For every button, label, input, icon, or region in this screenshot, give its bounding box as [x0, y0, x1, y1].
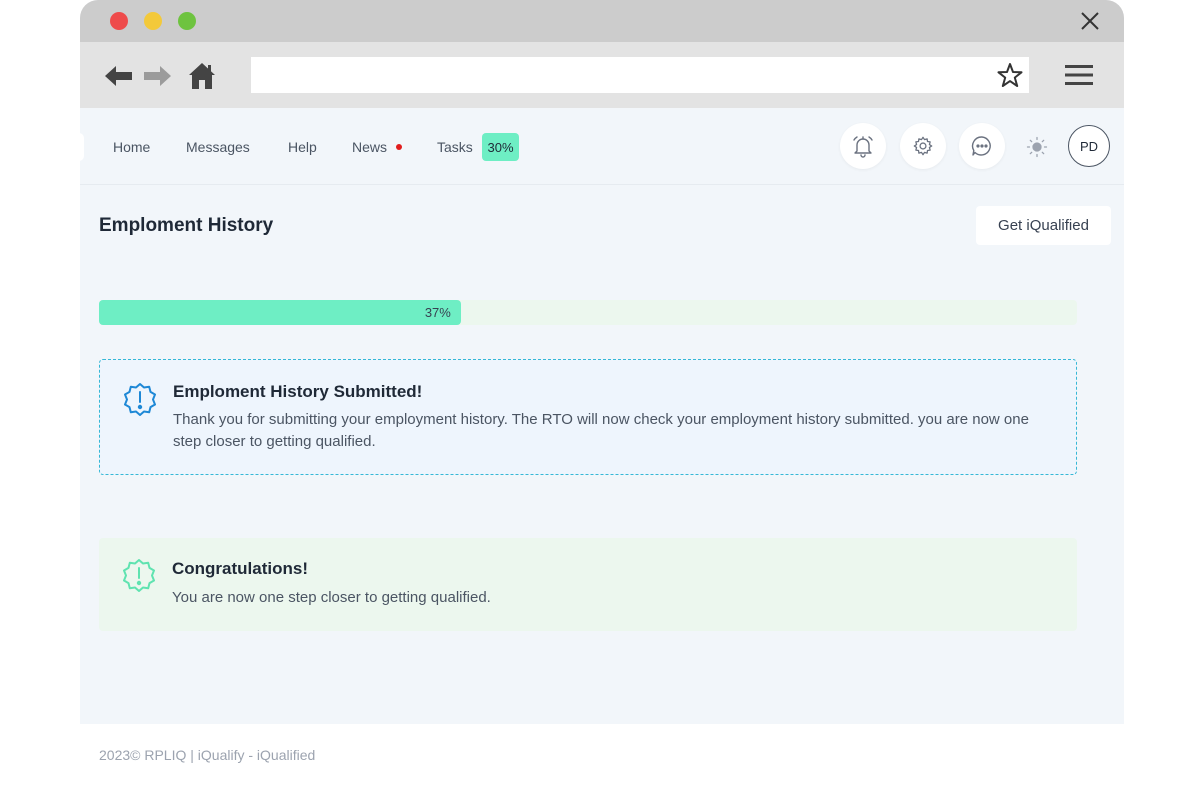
page-title-main: Emploment History — [99, 215, 274, 236]
progress-label: 37% — [424, 305, 451, 320]
get-iqualified-button[interactable]: Get iQualified — [976, 206, 1111, 245]
gear-icon — [913, 136, 933, 156]
chat-icon — [971, 136, 991, 156]
browser-home-button[interactable] — [187, 61, 217, 91]
submission-alert: Emploment History Submitted! Thank you f… — [99, 359, 1077, 475]
app-header: Home Messages Help News Tasks 30% PD — [80, 108, 1124, 185]
window-maximize-dot[interactable] — [178, 12, 196, 30]
window-minimize-dot[interactable] — [144, 12, 162, 30]
star-icon[interactable] — [997, 62, 1023, 88]
footer-copyright: 2023© RPLIQ | iQualify - iQualified — [99, 747, 316, 763]
congratulations-alert-title: Congratulations! — [172, 559, 308, 578]
alert-badge-icon — [123, 559, 155, 592]
browser-toolbar — [80, 42, 1124, 108]
hamburger-menu-icon[interactable] — [1064, 62, 1094, 88]
sidebar-toggle[interactable] — [80, 133, 84, 161]
back-button[interactable] — [104, 61, 134, 91]
forward-button[interactable] — [142, 61, 172, 91]
close-icon[interactable] — [1078, 9, 1102, 33]
nav-home[interactable]: Home — [113, 139, 150, 155]
submission-alert-title: Emploment History Submitted! — [173, 382, 423, 401]
nav-help[interactable]: Help — [288, 139, 317, 155]
settings-button[interactable] — [900, 123, 946, 169]
title-bar — [80, 0, 1124, 42]
nav-tasks[interactable]: Tasks — [437, 139, 473, 155]
window-close-dot[interactable] — [110, 12, 128, 30]
tasks-progress-badge: 30% — [482, 133, 519, 161]
address-bar[interactable] — [251, 57, 1029, 93]
avatar[interactable]: PD — [1068, 125, 1110, 167]
notifications-button[interactable] — [840, 123, 886, 169]
progress-bar-fill: 37% — [99, 300, 461, 325]
alert-badge-icon — [124, 383, 156, 416]
progress-bar: 37% — [99, 300, 1077, 325]
nav-messages[interactable]: Messages — [186, 139, 250, 155]
home-icon — [189, 63, 215, 89]
theme-toggle[interactable] — [1024, 134, 1050, 160]
sun-icon — [1026, 136, 1048, 158]
congratulations-alert: Congratulations! You are now one step cl… — [99, 538, 1077, 631]
nav-news[interactable]: News — [352, 139, 387, 155]
bell-icon — [853, 136, 873, 158]
chat-button[interactable] — [959, 123, 1005, 169]
news-notification-dot — [396, 144, 402, 150]
congratulations-alert-text: You are now one step closer to getting q… — [172, 589, 491, 606]
back-arrow-icon — [105, 66, 132, 86]
submission-alert-text: Thank you for submitting your employment… — [173, 411, 1029, 450]
forward-arrow-icon — [144, 66, 171, 86]
